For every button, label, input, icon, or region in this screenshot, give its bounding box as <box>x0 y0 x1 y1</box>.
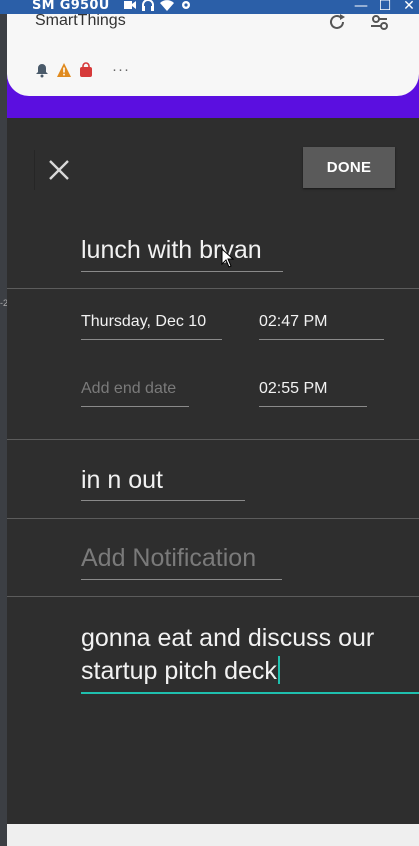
emulator-frame-edge: -2 <box>0 14 8 846</box>
notification-title: SmartThings <box>35 12 126 29</box>
text-caret <box>277 656 280 684</box>
divider <box>7 518 419 519</box>
event-editor: DONE lunch with bryan Thursday, Dec 10 0… <box>7 118 419 824</box>
location-input[interactable]: in n out <box>81 466 245 501</box>
device-title: SM G950U <box>32 0 110 13</box>
end-time-field[interactable]: 02:55 PM <box>259 380 367 407</box>
wifi-icon <box>160 0 174 11</box>
maximize-button[interactable]: ☐ <box>375 0 395 14</box>
video-icon <box>124 1 136 9</box>
mouse-pointer-icon <box>221 248 235 268</box>
start-time-field[interactable]: 02:47 PM <box>259 313 384 340</box>
status-icons <box>124 0 192 11</box>
notification-card[interactable]: SmartThings ··· <box>7 0 419 96</box>
divider <box>7 596 419 597</box>
divider <box>7 439 419 440</box>
headset-icon <box>142 0 154 11</box>
description-text: gonna eat and discuss our startup pitch … <box>81 624 375 685</box>
event-title-input[interactable]: lunch with bryan <box>81 236 283 272</box>
gear-icon <box>182 1 190 9</box>
start-date-field[interactable]: Thursday, Dec 10 <box>81 313 222 340</box>
close-window-button[interactable]: ✕ <box>399 0 419 14</box>
done-button[interactable]: DONE <box>303 147 395 188</box>
system-navigation-bar <box>7 824 419 846</box>
more-icon: ··· <box>112 61 130 78</box>
bell-alert-icon <box>36 63 48 77</box>
end-date-field[interactable]: Add end date <box>81 380 189 407</box>
shopping-bag-icon <box>80 61 92 77</box>
notification-app-icons: ··· <box>34 61 130 78</box>
warning-icon <box>57 62 71 77</box>
window-controls: — ☐ ✕ <box>351 0 419 14</box>
notification-actions <box>327 12 389 32</box>
minimize-button[interactable]: — <box>351 0 371 14</box>
description-input[interactable]: gonna eat and discuss our startup pitch … <box>81 622 419 694</box>
close-icon <box>48 160 69 180</box>
emulator-title-bar: SM G950U — ☐ ✕ <box>0 0 419 14</box>
settings-toggle-icon[interactable] <box>369 12 389 32</box>
close-button[interactable] <box>34 150 82 190</box>
add-notification-field[interactable]: Add Notification <box>81 544 282 580</box>
divider <box>7 288 419 289</box>
refresh-icon[interactable] <box>327 12 347 32</box>
